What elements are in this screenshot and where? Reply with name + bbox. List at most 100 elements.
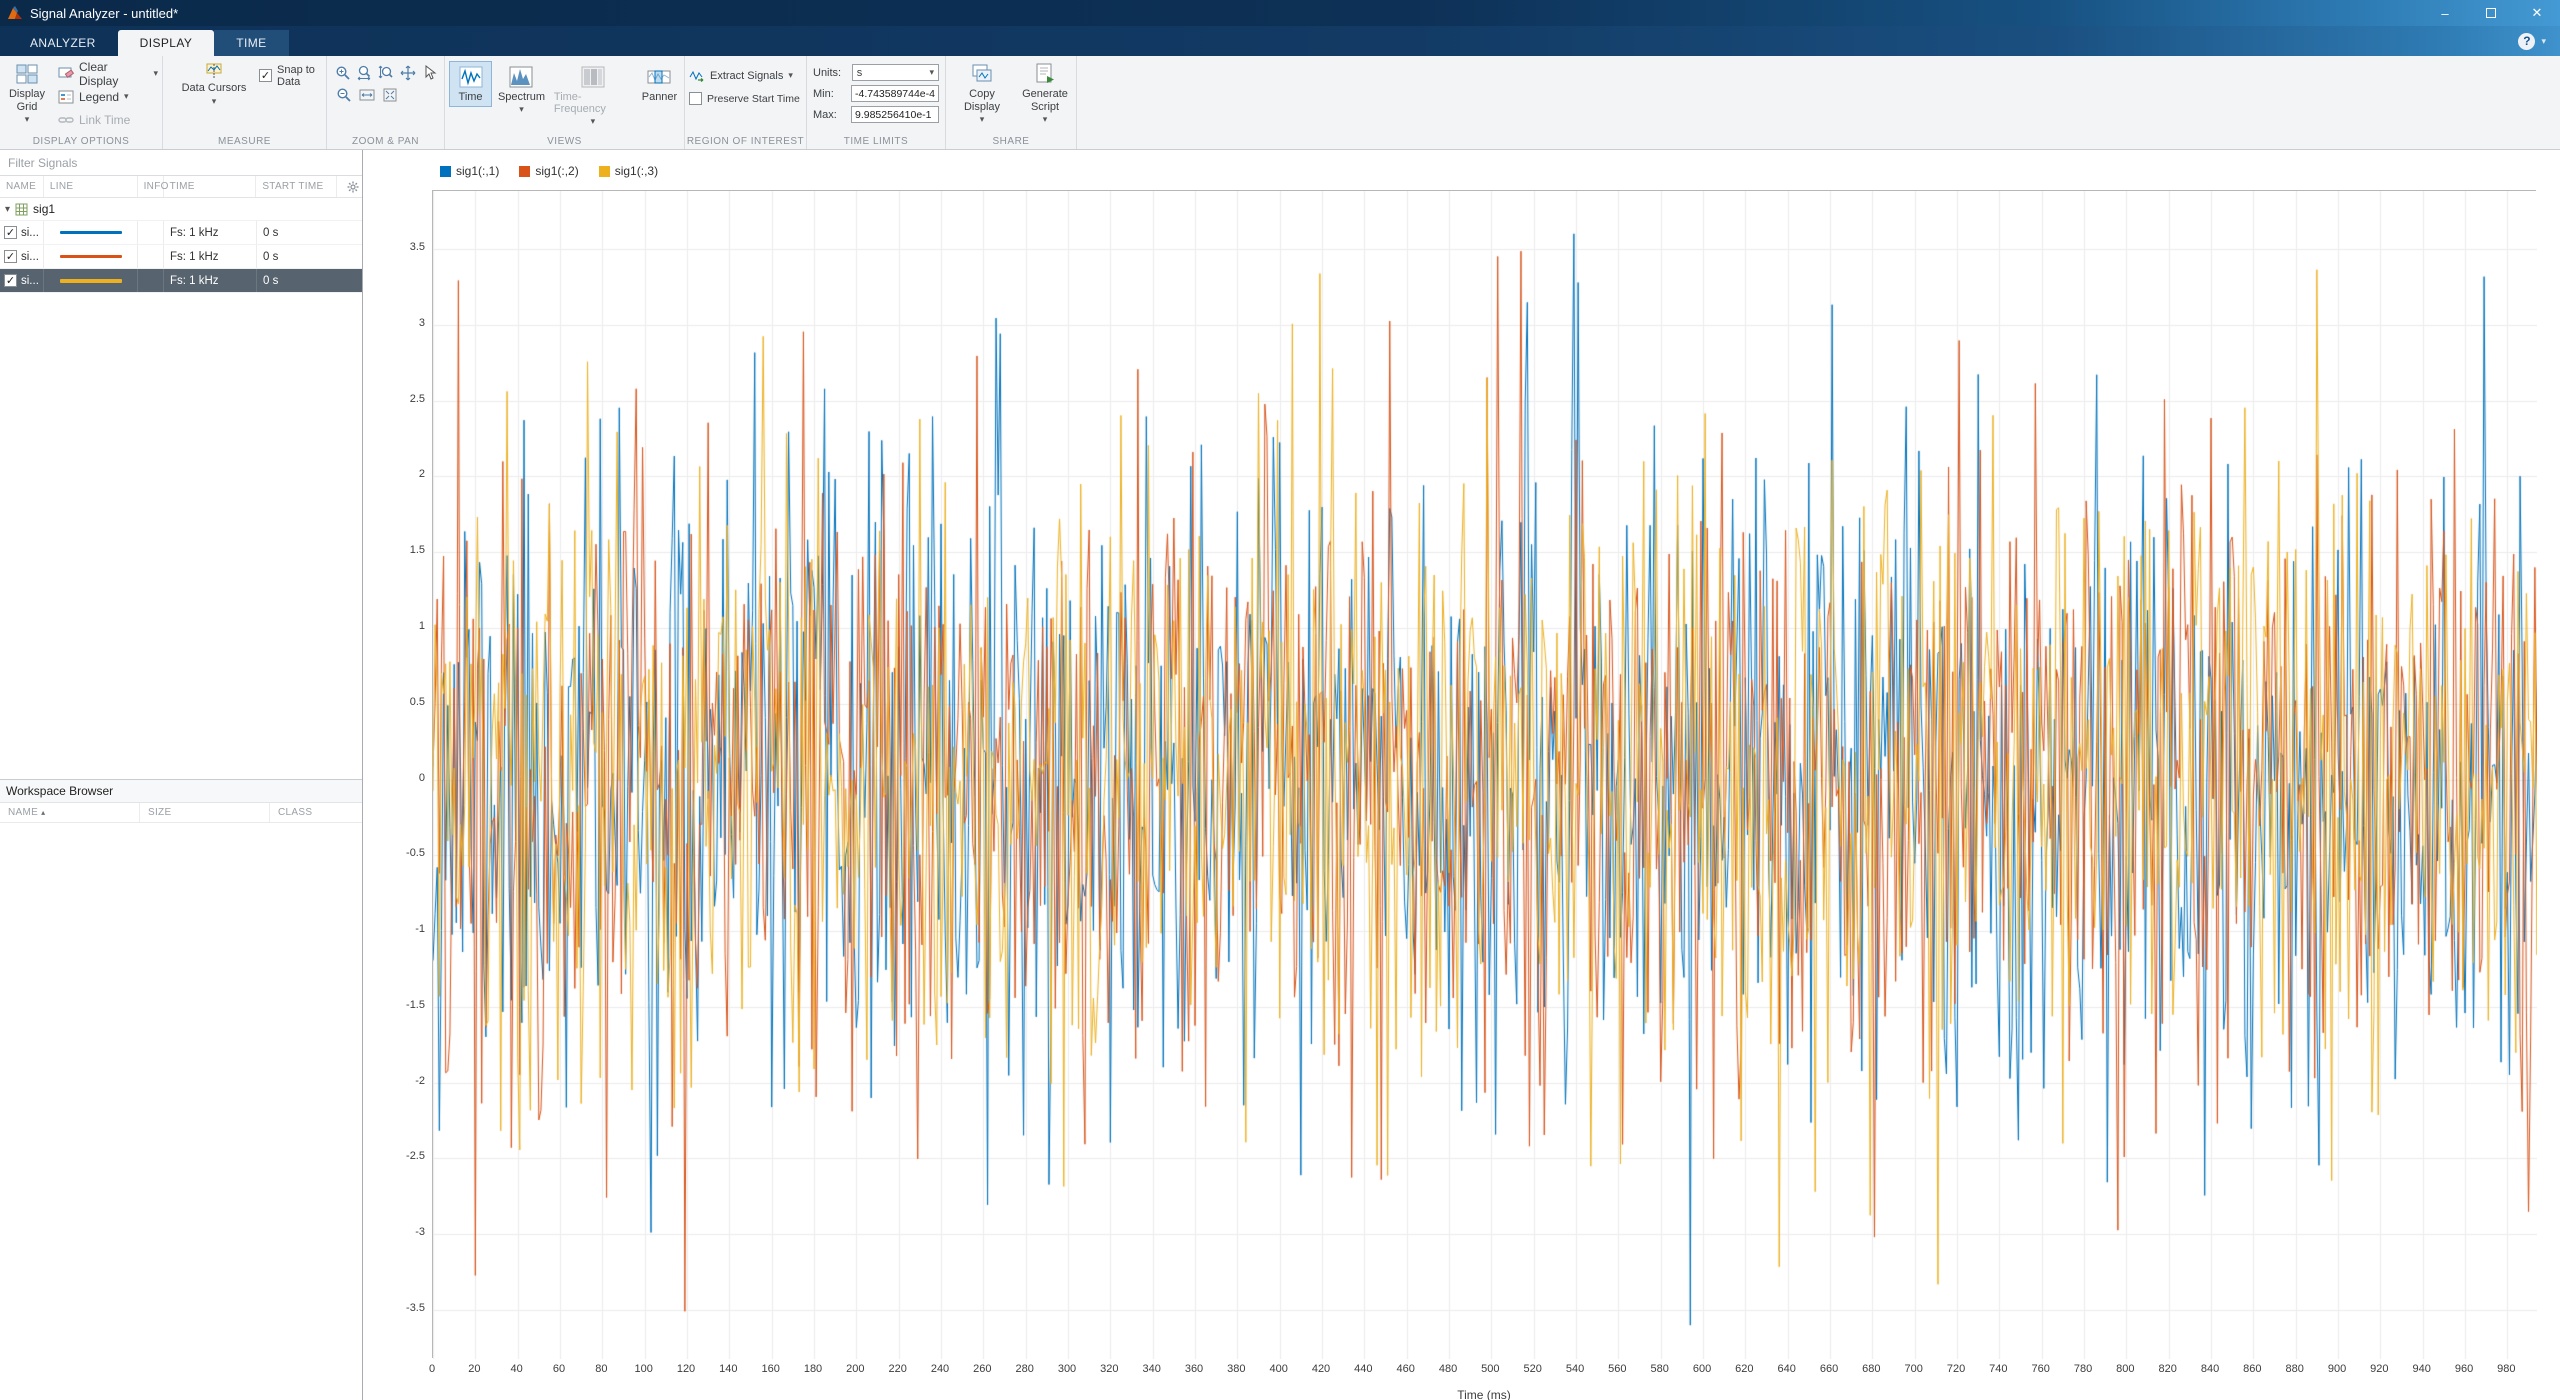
data-cursors-caret-icon: ▾ — [212, 97, 217, 106]
header-time[interactable]: TIME — [164, 176, 257, 197]
zoom-out-button[interactable] — [333, 85, 355, 105]
ws-header-class[interactable]: CLASS — [270, 803, 362, 822]
x-tick-label: 360 — [1185, 1363, 1203, 1375]
workspace-browser-title[interactable]: Workspace Browser — [0, 779, 362, 803]
extract-signals-button[interactable]: Extract Signals ▾ — [685, 64, 806, 87]
y-tick-label: -3 — [379, 1226, 425, 1238]
table-settings-button[interactable] — [337, 176, 362, 197]
copy-display-caret-icon: ▾ — [980, 115, 985, 124]
generate-script-label: Generate Script — [1016, 88, 1074, 113]
minimize-button[interactable]: – — [2422, 0, 2468, 26]
ws-header-size[interactable]: SIZE — [140, 803, 270, 822]
legend-item-2: sig1(:,2) — [519, 164, 578, 178]
signal-2-time: Fs: 1 kHz — [164, 245, 257, 268]
pan-button[interactable] — [398, 63, 419, 83]
min-label: Min: — [813, 88, 846, 100]
signal-row-2[interactable]: ✓ si... Fs: 1 kHz 0 s — [0, 245, 362, 269]
filter-signals-input[interactable] — [0, 150, 362, 176]
max-time-field[interactable] — [851, 106, 939, 123]
signal-2-name: si... — [21, 251, 39, 263]
header-start-time[interactable]: START TIME — [256, 176, 337, 197]
panner-icon — [647, 65, 671, 89]
select-button[interactable] — [419, 63, 440, 83]
x-tick-label: 240 — [931, 1363, 949, 1375]
clear-display-caret-icon: ▾ — [153, 69, 158, 78]
x-tick-label: 180 — [804, 1363, 822, 1375]
clear-display-button[interactable]: Clear Display ▾ — [54, 62, 162, 85]
close-button[interactable]: ✕ — [2514, 0, 2560, 26]
section-views: Time Spectrum ▾ Time-Frequency ▾ — [445, 56, 685, 149]
zoom-y-button[interactable] — [376, 63, 397, 83]
tab-time[interactable]: TIME — [214, 30, 288, 56]
legend-item-1: sig1(:,1) — [440, 164, 499, 178]
zoom-in-icon — [335, 65, 351, 81]
x-tick-label: 220 — [888, 1363, 906, 1375]
x-tick-label: 60 — [553, 1363, 565, 1375]
signal-row-3[interactable]: ✓ si... Fs: 1 kHz 0 s — [0, 269, 362, 293]
y-tick-label: 2.5 — [379, 393, 425, 405]
maximize-button[interactable] — [2468, 0, 2514, 26]
help-button[interactable]: ? — [2518, 33, 2535, 50]
time-frequency-view-button: Time-Frequency ▾ — [551, 61, 635, 130]
legend-swatch-3 — [599, 166, 610, 177]
data-cursors-button[interactable]: Data Cursors ▾ — [177, 56, 251, 106]
x-tick-label: 520 — [1523, 1363, 1541, 1375]
signal-group-row[interactable]: ▾ sig1 — [0, 198, 362, 221]
x-tick-label: 920 — [2370, 1363, 2388, 1375]
display-grid-caret-icon: ▾ — [25, 115, 30, 124]
signal-browser-panel: NAME LINE INFO TIME START TIME ▾ — [0, 150, 363, 1400]
min-time-field[interactable] — [851, 85, 939, 102]
signal-plot-canvas[interactable] — [433, 191, 2537, 1359]
signal-1-checkbox[interactable]: ✓ — [4, 226, 17, 239]
x-tick-label: 280 — [1015, 1363, 1033, 1375]
x-tick-label: 820 — [2159, 1363, 2177, 1375]
fit-width-button[interactable] — [356, 85, 378, 105]
signal-3-info — [138, 269, 164, 292]
x-tick-label: 640 — [1778, 1363, 1796, 1375]
spectrum-view-button[interactable]: Spectrum ▾ — [494, 61, 549, 118]
legend-swatch-1 — [440, 166, 451, 177]
section-roi: Extract Signals ▾ Preserve Start Time RE… — [685, 56, 807, 149]
legend-label-3: sig1(:,3) — [615, 164, 658, 178]
fit-view-button[interactable] — [379, 85, 401, 105]
header-info[interactable]: INFO — [138, 176, 164, 197]
title-bar: Signal Analyzer - untitled* – ✕ — [0, 0, 2560, 26]
copy-display-label: Copy Display — [954, 88, 1010, 113]
signal-3-checkbox[interactable]: ✓ — [4, 274, 17, 287]
units-select[interactable]: s ▾ — [852, 64, 939, 81]
signal-row-1[interactable]: ✓ si... Fs: 1 kHz 0 s — [0, 221, 362, 245]
zoom-x-button[interactable] — [355, 63, 376, 83]
signal-2-checkbox[interactable]: ✓ — [4, 250, 17, 263]
toolstrip-collapse-caret-icon[interactable]: ▾ — [2541, 37, 2546, 46]
x-tick-label: 960 — [2455, 1363, 2473, 1375]
signal-3-start-time: 0 s — [257, 269, 362, 292]
section-label-measure: MEASURE — [163, 136, 326, 147]
tab-analyzer[interactable]: ANALYZER — [8, 30, 118, 56]
legend-label-1: sig1(:,1) — [456, 164, 499, 178]
time-view-button[interactable]: Time — [449, 61, 492, 107]
time-frequency-caret-icon: ▾ — [591, 117, 596, 126]
ws-header-name[interactable]: NAME ▴ — [0, 803, 140, 822]
y-tick-label: -3.5 — [379, 1302, 425, 1314]
panner-button[interactable]: Panner — [637, 61, 682, 107]
header-line[interactable]: LINE — [44, 176, 138, 197]
legend-button[interactable]: Legend ▾ — [54, 85, 162, 108]
preserve-start-time-checkbox[interactable]: Preserve Start Time — [685, 87, 806, 110]
header-name[interactable]: NAME — [0, 176, 44, 197]
x-tick-label: 980 — [2497, 1363, 2515, 1375]
legend-label-2: sig1(:,2) — [535, 164, 578, 178]
y-tick-label: 0 — [379, 772, 425, 784]
x-tick-label: 160 — [761, 1363, 779, 1375]
x-tick-label: 700 — [1905, 1363, 1923, 1375]
signal-2-start-time: 0 s — [257, 245, 362, 268]
workspace-browser: Workspace Browser NAME ▴ SIZE CLASS — [0, 779, 362, 823]
group-collapse-icon[interactable]: ▾ — [5, 204, 10, 215]
zoom-in-button[interactable] — [333, 63, 354, 83]
fit-width-icon — [359, 87, 375, 103]
tab-display[interactable]: DISPLAY — [118, 30, 215, 56]
legend-label: Legend — [79, 90, 119, 104]
x-tick-label: 940 — [2413, 1363, 2431, 1375]
snap-to-data-checkbox[interactable]: ✓ Snap to Data — [255, 64, 326, 87]
legend-item-3: sig1(:,3) — [599, 164, 658, 178]
section-measure: Data Cursors ▾ ✓ Snap to Data MEASURE — [163, 56, 327, 149]
